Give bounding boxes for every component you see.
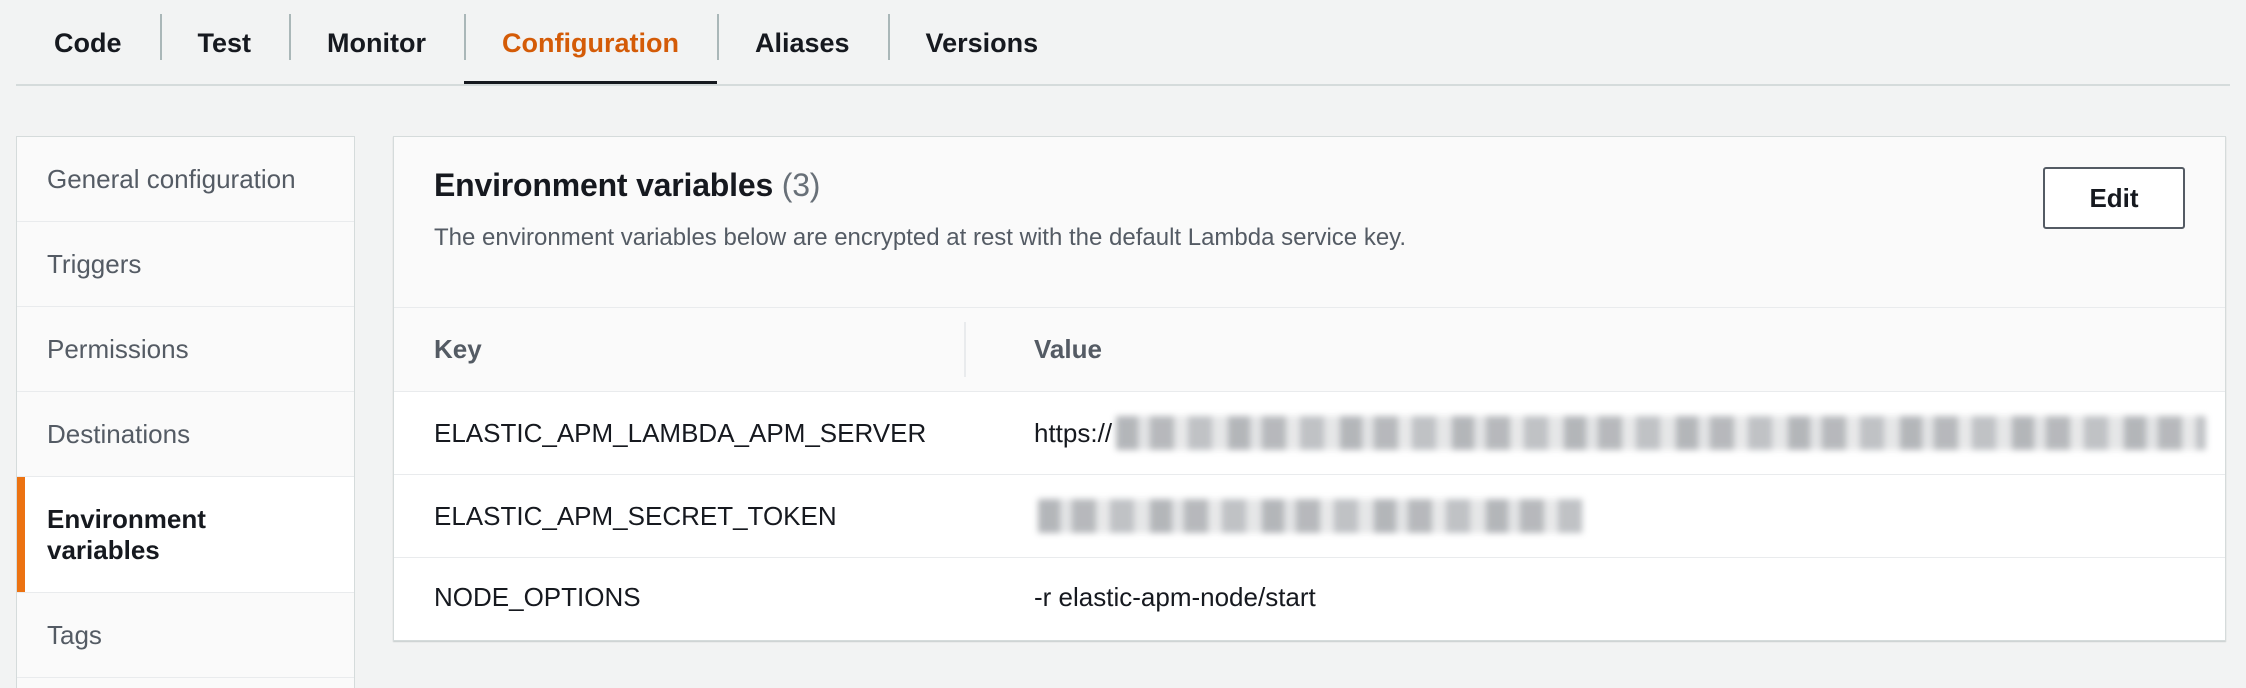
sidebar-item-label: Tags [47, 620, 102, 651]
table-header: Key Value [394, 308, 2225, 392]
sidebar-item-general-configuration[interactable]: General configuration [17, 137, 354, 222]
sidebar-item-triggers[interactable]: Triggers [17, 222, 354, 307]
tab-label: Configuration [502, 28, 679, 59]
sidebar-item-label: Destinations [47, 419, 190, 450]
env-var-key: NODE_OPTIONS [394, 558, 994, 638]
value-content: -r elastic-apm-node/start [1034, 582, 2225, 613]
env-var-key: ELASTIC_APM_LAMBDA_APM_SERVER [394, 392, 994, 475]
table-header-row: Key Value [394, 308, 2225, 392]
tab-label: Aliases [755, 28, 850, 59]
table-row: ELASTIC_APM_LAMBDA_APM_SERVER https:// [394, 392, 2225, 475]
table-row: ELASTIC_APM_SECRET_TOKEN [394, 475, 2225, 558]
sidebar-item-label: Environment variables [47, 504, 297, 565]
tab-aliases[interactable]: Aliases [717, 0, 888, 86]
sidebar-item-environment-variables[interactable]: Environment variables [17, 477, 354, 593]
tab-test[interactable]: Test [160, 0, 290, 86]
panel-title-text: Environment variables [434, 167, 773, 203]
tab-bar-divider [16, 84, 2230, 86]
sidebar-item-destinations[interactable]: Destinations [17, 392, 354, 477]
env-var-value [994, 475, 2225, 558]
tab-label: Code [54, 28, 122, 59]
tab-versions[interactable]: Versions [888, 0, 1077, 86]
column-header-value[interactable]: Value [994, 308, 2225, 392]
env-var-value: https:// [994, 392, 2225, 475]
redacted-value-mask [1116, 416, 2206, 450]
sidebar-item-tags[interactable]: Tags [17, 593, 354, 678]
page-title: Environment variables (3) [434, 167, 2185, 204]
redacted-value-mask [1038, 499, 1583, 533]
value-content: https:// [1034, 416, 2225, 450]
tab-configuration[interactable]: Configuration [464, 0, 717, 86]
panel-description: The environment variables below are encr… [434, 224, 2185, 252]
tab-label: Versions [926, 28, 1039, 59]
configuration-sidebar: General configuration Triggers Permissio… [16, 136, 355, 688]
env-var-value: -r elastic-apm-node/start [994, 558, 2225, 638]
value-content [1034, 499, 2225, 533]
panel-item-count: (3) [782, 167, 821, 203]
environment-variables-panel: Environment variables (3) The environmen… [393, 136, 2226, 641]
tab-label: Test [198, 28, 252, 59]
table-row: NODE_OPTIONS -r elastic-apm-node/start [394, 558, 2225, 638]
tab-bar: Code Test Monitor Configuration Aliases … [0, 0, 2246, 86]
tab-code[interactable]: Code [16, 0, 160, 86]
column-header-key[interactable]: Key [394, 308, 994, 392]
env-var-key: ELASTIC_APM_SECRET_TOKEN [394, 475, 994, 558]
table-body: ELASTIC_APM_LAMBDA_APM_SERVER https:// E… [394, 392, 2225, 638]
tab-label: Monitor [327, 28, 426, 59]
environment-variables-table: Key Value ELASTIC_APM_LAMBDA_APM_SERVER … [394, 308, 2225, 637]
tab-monitor[interactable]: Monitor [289, 0, 464, 86]
sidebar-item-permissions[interactable]: Permissions [17, 307, 354, 392]
sidebar-item-label: Triggers [47, 249, 141, 280]
edit-button[interactable]: Edit [2043, 167, 2185, 229]
value-text: https:// [1034, 418, 1112, 449]
sidebar-item-label: General configuration [47, 164, 296, 195]
value-text: -r elastic-apm-node/start [1034, 582, 1316, 613]
sidebar-item-label: Permissions [47, 334, 189, 365]
panel-header: Environment variables (3) The environmen… [394, 137, 2225, 308]
